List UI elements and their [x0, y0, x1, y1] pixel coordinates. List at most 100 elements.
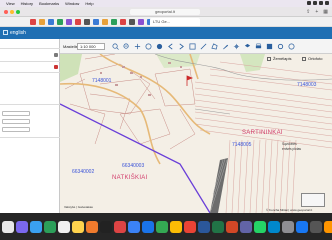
zoom-out-icon[interactable]: [123, 43, 130, 50]
panel-select[interactable]: [2, 127, 30, 132]
address-bar[interactable]: geoportal.lt: [130, 9, 200, 15]
zoom-icon[interactable]: [16, 10, 20, 14]
app-icon[interactable]: [170, 221, 182, 233]
app-icon[interactable]: [100, 221, 112, 233]
close-icon[interactable]: [4, 10, 8, 14]
word-icon[interactable]: [198, 221, 210, 233]
menu-history[interactable]: History: [21, 1, 33, 6]
panel-select[interactable]: [2, 111, 30, 116]
info-icon[interactable]: [156, 43, 163, 50]
bookmark-icon[interactable]: [84, 19, 90, 25]
menu-view[interactable]: View: [6, 1, 15, 6]
full-extent-icon[interactable]: [189, 43, 196, 50]
messages-icon[interactable]: [44, 221, 56, 233]
cube-icon[interactable]: [3, 30, 8, 35]
status-icon[interactable]: [307, 1, 311, 5]
layer-radio[interactable]: [302, 57, 306, 61]
map-canvas[interactable]: 7148001 7148003 66340003 66340002 714800…: [60, 54, 332, 213]
save-icon[interactable]: [266, 43, 273, 50]
settings-icon[interactable]: [277, 43, 284, 50]
bookmark-icon[interactable]: [120, 19, 126, 25]
teams-icon[interactable]: [240, 221, 252, 233]
bookmark-icon[interactable]: [129, 19, 135, 25]
language-link[interactable]: english: [10, 30, 26, 36]
menu-window[interactable]: Window: [65, 1, 79, 6]
app-icon[interactable]: [296, 221, 308, 233]
active-tab[interactable]: LTU Ge...: [150, 18, 200, 26]
close-icon[interactable]: [54, 53, 58, 57]
music-icon[interactable]: [114, 221, 126, 233]
layers-icon[interactable]: [244, 43, 251, 50]
bookmark-icon[interactable]: [30, 19, 36, 25]
help-icon[interactable]: [288, 43, 295, 50]
mail-icon[interactable]: [128, 221, 140, 233]
bookmark-icon[interactable]: [138, 19, 144, 25]
forward-icon[interactable]: [178, 43, 185, 50]
bookmark-icon[interactable]: [93, 19, 99, 25]
roads: [60, 54, 211, 165]
forest-area: [60, 54, 82, 82]
bookmark-icon[interactable]: [39, 19, 45, 25]
parcel-label: 7148005: [232, 142, 252, 148]
panel-select[interactable]: [2, 119, 30, 124]
app-icon[interactable]: [184, 221, 196, 233]
app-icon[interactable]: [268, 221, 280, 233]
bookmark-icon[interactable]: [102, 19, 108, 25]
parcel-label: 66340002: [72, 169, 95, 175]
photos-icon[interactable]: [86, 221, 98, 233]
bookmark-icon[interactable]: [66, 19, 72, 25]
panel-row: [0, 73, 60, 105]
boundary-line: [60, 103, 211, 213]
place-label: SARTININKAI: [242, 130, 283, 136]
excel-icon[interactable]: [212, 221, 224, 233]
app-icon[interactable]: [324, 221, 332, 233]
status-icon[interactable]: [325, 1, 329, 5]
status-icon[interactable]: [313, 1, 317, 5]
area-icon[interactable]: [211, 43, 218, 50]
app-icon[interactable]: [142, 221, 154, 233]
share-icon[interactable]: ⇪: [306, 9, 310, 15]
minimize-icon[interactable]: [10, 10, 14, 14]
app-icon[interactable]: [310, 221, 322, 233]
remove-icon[interactable]: [54, 65, 58, 69]
powerpoint-icon[interactable]: [226, 221, 238, 233]
forest-area: [240, 54, 265, 72]
pan-icon[interactable]: [134, 43, 141, 50]
menu-bookmarks[interactable]: Bookmarks: [39, 1, 59, 6]
back-icon[interactable]: [167, 43, 174, 50]
safari-icon[interactable]: [30, 221, 42, 233]
whatsapp-icon[interactable]: [254, 221, 266, 233]
tab-overview-icon[interactable]: ▦: [323, 9, 328, 15]
draw-icon[interactable]: [222, 43, 229, 50]
legend-item[interactable]: Žemėlapis: [273, 56, 291, 61]
bookmark-icon[interactable]: [111, 19, 117, 25]
scale-select[interactable]: 1:10 000: [77, 43, 105, 50]
app-header: english: [0, 27, 332, 39]
minimap[interactable]: [301, 193, 325, 207]
marker-icon[interactable]: [186, 75, 194, 86]
favorites: [30, 19, 153, 25]
parcel-label: 66340003: [122, 163, 145, 169]
layer-radio[interactable]: [267, 57, 271, 61]
new-tab-icon[interactable]: +: [315, 9, 318, 15]
legend-item[interactable]: Ortofoto: [308, 56, 322, 61]
bookmark-icon[interactable]: [57, 19, 63, 25]
print-icon[interactable]: [255, 43, 262, 50]
panel-header: [0, 39, 60, 49]
coordinates-icon[interactable]: [233, 43, 240, 50]
measure-icon[interactable]: [200, 43, 207, 50]
launchpad-icon[interactable]: [16, 221, 28, 233]
menu-status-icons: [307, 1, 329, 5]
bookmark-icon[interactable]: [48, 19, 54, 25]
zoom-in-icon[interactable]: [112, 43, 119, 50]
notes-icon[interactable]: [72, 221, 84, 233]
bookmark-icon[interactable]: [75, 19, 81, 25]
calendar-icon[interactable]: [58, 221, 70, 233]
finder-icon[interactable]: [2, 221, 14, 233]
menu-help[interactable]: Help: [85, 1, 93, 6]
app-icon[interactable]: [156, 221, 168, 233]
settings-icon[interactable]: [282, 221, 294, 233]
status-icon[interactable]: [319, 1, 323, 5]
select-icon[interactable]: [145, 43, 152, 50]
browser-toolbar: geoportal.lt ⇪ + ▦: [0, 7, 332, 17]
